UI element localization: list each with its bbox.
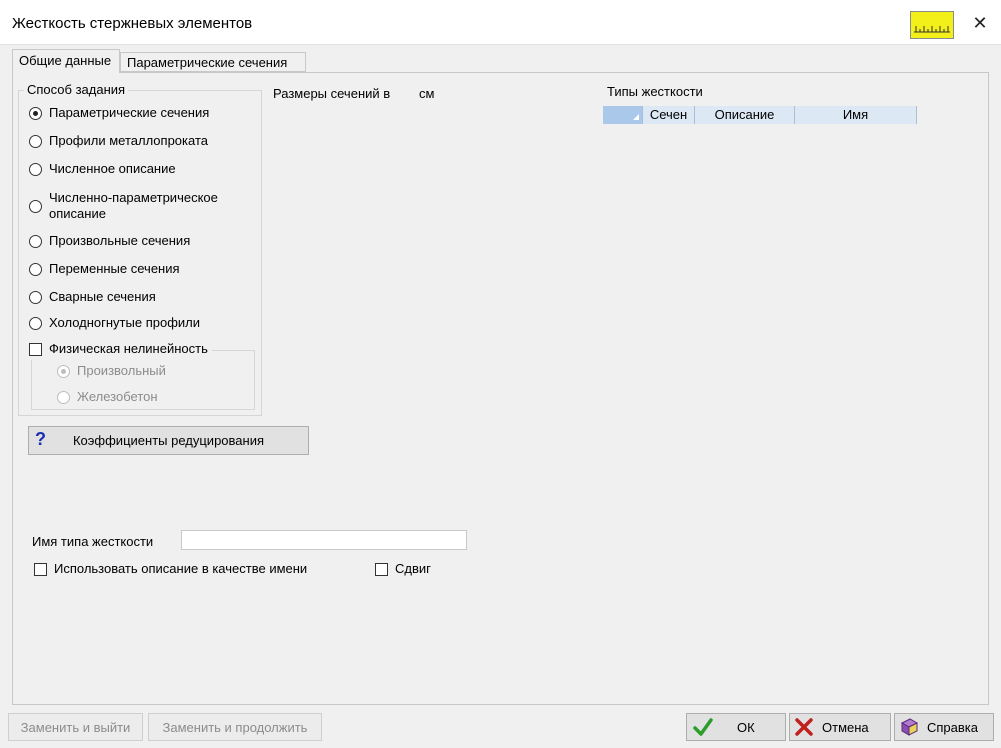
reduction-coefficients-button[interactable]: ? Коэффициенты редуцирования [28,426,309,455]
radio-steel-profiles[interactable]: Профили металлопроката [29,132,208,152]
radio-label: Произвольный [77,363,166,378]
radio-variable-sections[interactable]: Переменные сечения [29,260,180,280]
section-sizes-unit: см [419,86,435,101]
close-button[interactable]: ✕ [962,6,998,40]
checkmark-icon [693,717,713,737]
stiffness-name-label: Имя типа жесткости [32,534,154,549]
help-label: Справка [927,719,978,735]
radio-button[interactable] [29,291,42,304]
title-bar: Жесткость стержневых элементов ✕ [0,0,1001,45]
radio-button[interactable] [29,163,42,176]
ruler-icon [914,26,950,33]
use-description-checkbox[interactable] [34,563,47,576]
stiffness-types-title: Типы жесткости [607,84,703,99]
column-header-name[interactable]: Имя [795,106,917,124]
tab-general-label: Общие данные [19,53,112,68]
stiffness-types-table-header: Сечен Описание Имя [603,106,917,124]
help-question-icon: ? [35,429,46,449]
tab-parametric-label: Параметрические сечения [127,55,288,70]
replace-and-exit-button[interactable]: Заменить и выйти [8,713,143,741]
radio-reinforced-concrete[interactable]: Железобетон [57,388,158,408]
cancel-button[interactable]: Отмена [789,713,891,741]
replace-and-continue-label: Заменить и продолжить [162,719,308,735]
column-header-description[interactable]: Описание [695,106,795,124]
radio-numeric-description[interactable]: Численное описание [29,160,176,180]
radio-label: Численно-параметрическое описание [49,190,218,221]
shear-label: Сдвиг [395,561,431,576]
help-button[interactable]: Справка [894,713,994,741]
radio-arbitrary-material[interactable]: Произвольный [57,362,166,382]
radio-label: Сварные сечения [49,289,156,304]
shear-checkbox[interactable] [375,563,388,576]
stiffness-name-input[interactable] [181,530,467,550]
section-sizes-label: Размеры сечений в [273,86,391,101]
shear-checkbox-row[interactable]: Сдвиг [375,560,431,580]
radio-label: Профили металлопроката [49,133,208,148]
nonlinearity-label: Физическая нелинейность [49,341,208,356]
ok-button[interactable]: ОК [686,713,786,741]
select-all-header[interactable] [603,106,643,124]
radio-button[interactable] [29,107,42,120]
radio-parametric-sections[interactable]: Параметрические сечения [29,104,209,124]
cancel-label: Отмена [822,719,869,735]
radio-button[interactable] [57,391,70,404]
radio-label: Переменные сечения [49,261,180,276]
radio-numeric-parametric[interactable]: Численно-параметрическое описание [29,189,249,223]
radio-button[interactable] [29,317,42,330]
ruler-icon-button[interactable] [910,11,954,39]
radio-button[interactable] [57,365,70,378]
reduction-coefficients-label: Коэффициенты редуцирования [72,433,264,448]
help-book-icon [899,717,919,737]
replace-and-exit-label: Заменить и выйти [20,719,131,735]
close-icon: ✕ [972,13,988,33]
radio-arbitrary-sections[interactable]: Произвольные сечения [29,232,190,252]
use-description-checkbox-row[interactable]: Использовать описание в качестве имени [34,560,307,580]
radio-welded-sections[interactable]: Сварные сечения [29,288,156,308]
radio-button[interactable] [29,135,42,148]
radio-button[interactable] [29,199,42,213]
nonlinearity-checkbox[interactable] [29,343,42,356]
ok-label: ОК [737,719,755,735]
tab-parametric-sections[interactable]: Параметрические сечения [120,52,306,72]
radio-button[interactable] [29,235,42,248]
radio-label: Железобетон [77,389,158,404]
replace-and-continue-button[interactable]: Заменить и продолжить [148,713,322,741]
radio-label: Холодногнутые профили [49,315,201,330]
radio-button[interactable] [29,263,42,276]
column-header-section[interactable]: Сечен [643,106,695,124]
nonlinearity-checkbox-row[interactable]: Физическая нелинейность [29,340,212,360]
radio-cold-formed[interactable]: Холодногнутые профили [29,314,200,334]
radio-label: Параметрические сечения [49,105,210,120]
use-description-label: Использовать описание в качестве имени [54,561,308,576]
radio-label: Численное описание [49,161,176,176]
window-title: Жесткость стержневых элементов [12,15,253,32]
tab-general[interactable]: Общие данные [12,49,120,73]
radio-label: Произвольные сечения [49,233,191,248]
method-group-legend: Способ задания [24,82,129,97]
cancel-x-icon [794,717,814,737]
